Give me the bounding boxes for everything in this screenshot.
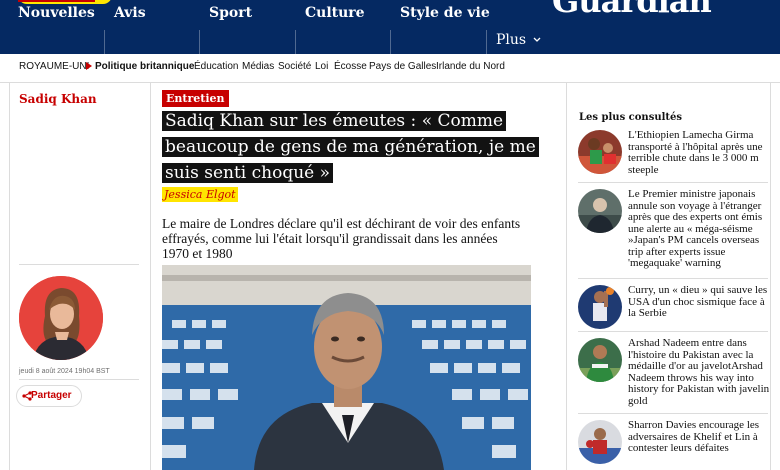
subnav-item-education[interactable]: Éducation — [194, 61, 238, 72]
column-divider — [566, 83, 567, 470]
nav-item-news[interactable]: Nouvelles — [18, 0, 95, 24]
secondary-nav: ROYAUME-UNI Politique britannique Éducat… — [0, 54, 780, 83]
divider — [578, 413, 768, 414]
author-avatar — [19, 276, 103, 360]
subnav-item-society[interactable]: Société — [278, 61, 311, 72]
column-divider — [150, 83, 151, 470]
column-divider — [770, 83, 771, 470]
divider — [578, 278, 768, 279]
arrow-right-icon — [86, 62, 92, 70]
most-viewed-title: Les plus consultés — [579, 112, 683, 123]
runner-fall-thumbnail — [578, 130, 622, 174]
article-headline: Sadiq Khan sur les émeutes : « Comme bea… — [162, 108, 542, 186]
nav-divider — [104, 30, 105, 54]
divider — [578, 331, 768, 332]
nav-item-culture[interactable]: Culture — [305, 2, 365, 24]
most-viewed-headline: Sharron Davies encourage les adversaires… — [628, 419, 760, 454]
subnav-item-uk[interactable]: ROYAUME-UNI — [19, 61, 89, 72]
subnav-item-law[interactable]: Loi — [315, 61, 328, 72]
nav-item-lifestyle[interactable]: Style de vie — [400, 2, 490, 24]
divider — [19, 379, 139, 380]
subnav-item-northern-ireland[interactable]: Irlande du Nord — [436, 61, 505, 72]
subnav-item-scotland[interactable]: Écosse — [334, 61, 367, 72]
column-divider — [9, 83, 10, 470]
nav-divider — [390, 30, 391, 54]
basketball-player-thumbnail — [578, 285, 622, 329]
nav-divider — [486, 30, 487, 54]
article-kicker[interactable]: Entretien — [162, 90, 229, 107]
javelin-thrower-thumbnail — [578, 338, 622, 382]
prime-minister-thumbnail — [578, 189, 622, 233]
series-tag-link[interactable]: Sadiq Khan — [19, 92, 97, 106]
guardian-logo[interactable]: Guardian — [552, 0, 712, 20]
subnav-item-media[interactable]: Médias — [242, 61, 274, 72]
author-byline[interactable]: Jessica Elgot — [162, 187, 238, 202]
most-viewed-thumbnail — [578, 420, 622, 464]
nav-item-sport[interactable]: Sport — [209, 2, 252, 24]
share-label: Partager — [31, 390, 72, 401]
author-portrait-illustration — [19, 276, 103, 360]
hero-image[interactable] — [162, 265, 531, 470]
subnav-item-wales[interactable]: Pays de Galles — [369, 61, 436, 72]
nav-more-menu[interactable]: Plus — [496, 32, 541, 48]
nav-more-label: Plus — [496, 32, 527, 48]
most-viewed-thumbnail — [578, 189, 622, 233]
boxing-thumbnail — [578, 420, 622, 464]
chevron-down-icon — [533, 37, 541, 42]
share-button[interactable]: Partager — [16, 385, 82, 407]
divider — [578, 182, 768, 183]
most-viewed-headline: Arshad Nadeem entre dans l'histoire du P… — [628, 337, 770, 407]
divider — [19, 264, 139, 265]
nav-item-opinion[interactable]: Avis — [114, 2, 146, 24]
most-viewed-thumbnail — [578, 130, 622, 174]
publish-date: jeudi 8 août 2024 19h04 BST — [19, 368, 110, 375]
most-viewed-headline: L'Ethiopien Lamecha Girma transporté à l… — [628, 129, 763, 176]
nav-divider — [199, 30, 200, 54]
subnav-item-uk-politics[interactable]: Politique britannique — [95, 61, 194, 72]
nav-divider — [295, 30, 296, 54]
hero-photo-illustration — [162, 265, 531, 470]
most-viewed-headline: Le Premier ministre japonais annule son … — [628, 188, 763, 269]
most-viewed-thumbnail — [578, 338, 622, 382]
article-standfirst: Le maire de Londres déclare qu'il est dé… — [162, 216, 521, 261]
headline-text: Sadiq Khan sur les émeutes : « Comme bea… — [162, 111, 539, 183]
most-viewed-thumbnail — [578, 285, 622, 329]
most-viewed-headline: Curry, un « dieu » qui sauve les USA d'u… — [628, 284, 768, 319]
